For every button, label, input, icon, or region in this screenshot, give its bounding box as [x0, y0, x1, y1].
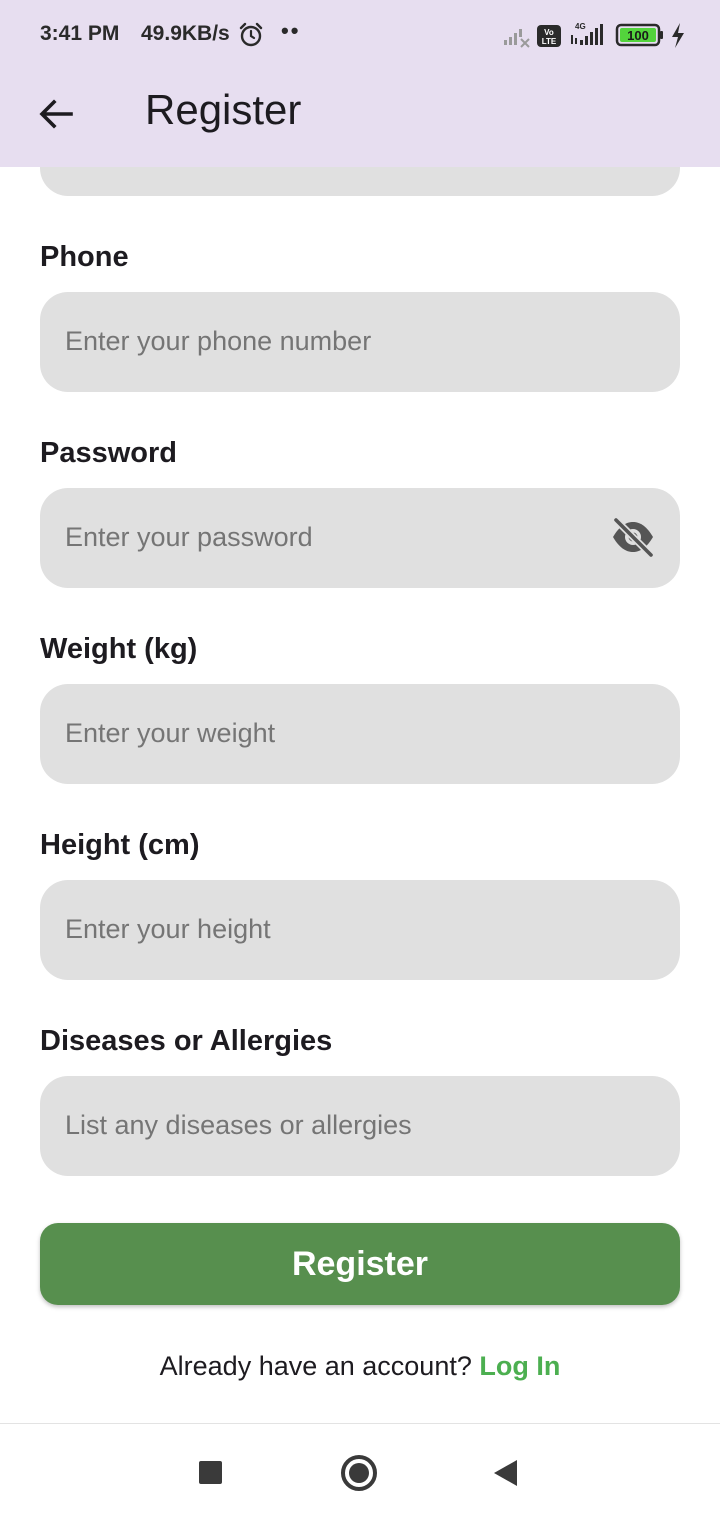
network-type-label: 4G	[575, 22, 586, 31]
signal-off-icon	[504, 29, 530, 48]
recents-square-icon[interactable]	[199, 1461, 222, 1484]
charging-icon	[672, 23, 684, 48]
battery-level: 100	[627, 28, 649, 43]
register-button-label: Register	[291, 1244, 429, 1283]
battery-icon: 100	[615, 23, 663, 47]
signal-icon: 4G	[571, 22, 603, 45]
diseases-label: Diseases or Allergies	[40, 1025, 333, 1057]
app-bar: Register	[0, 70, 720, 167]
back-button[interactable]	[24, 82, 88, 146]
weight-placeholder: Enter your weight	[65, 718, 276, 748]
system-nav-bar	[0, 1423, 720, 1520]
scrolled-text-field[interactable]	[40, 167, 680, 196]
height-field[interactable]: Enter your height	[40, 880, 680, 980]
svg-text:LTE: LTE	[542, 37, 557, 46]
password-label: Password	[40, 437, 177, 469]
height-label: Height (cm)	[40, 829, 200, 861]
alarm-icon	[239, 22, 263, 47]
login-link[interactable]: Log In	[479, 1351, 560, 1381]
visibility-off-icon[interactable]	[610, 516, 656, 558]
phone-field[interactable]: Enter your phone number	[40, 292, 680, 392]
diseases-field[interactable]: List any diseases or allergies	[40, 1076, 680, 1176]
status-bar: 3:41 PM 49.9KB/s •• Vo LTE 4G 100	[0, 0, 720, 70]
phone-label: Phone	[40, 241, 129, 273]
top-bar: 3:41 PM 49.9KB/s •• Vo LTE 4G 100 Regist…	[0, 0, 720, 167]
status-dots: ••	[281, 18, 301, 43]
login-prompt-text: Already have an account?	[159, 1351, 472, 1381]
home-circle-icon[interactable]	[341, 1455, 377, 1491]
phone-placeholder: Enter your phone number	[65, 326, 372, 356]
register-form: Phone Enter your phone number Password E…	[0, 167, 720, 1423]
status-network-speed: 49.9KB/s	[141, 22, 230, 45]
height-placeholder: Enter your height	[65, 914, 271, 944]
status-time: 3:41 PM	[40, 22, 120, 45]
weight-field[interactable]: Enter your weight	[40, 684, 680, 784]
arrow-back-icon	[39, 99, 73, 129]
page-title: Register	[145, 86, 302, 133]
register-button[interactable]: Register	[40, 1223, 680, 1305]
weight-label: Weight (kg)	[40, 633, 198, 665]
password-placeholder: Enter your password	[65, 522, 313, 552]
volte-icon: Vo LTE	[537, 25, 561, 47]
svg-text:Vo: Vo	[544, 28, 554, 37]
back-triangle-icon[interactable]	[494, 1460, 517, 1486]
password-field[interactable]: Enter your password	[40, 488, 680, 588]
status-right-icons: Vo LTE 4G 100	[504, 22, 684, 48]
diseases-placeholder: List any diseases or allergies	[65, 1110, 412, 1140]
login-prompt: Already have an account? Log In	[0, 1351, 720, 1382]
